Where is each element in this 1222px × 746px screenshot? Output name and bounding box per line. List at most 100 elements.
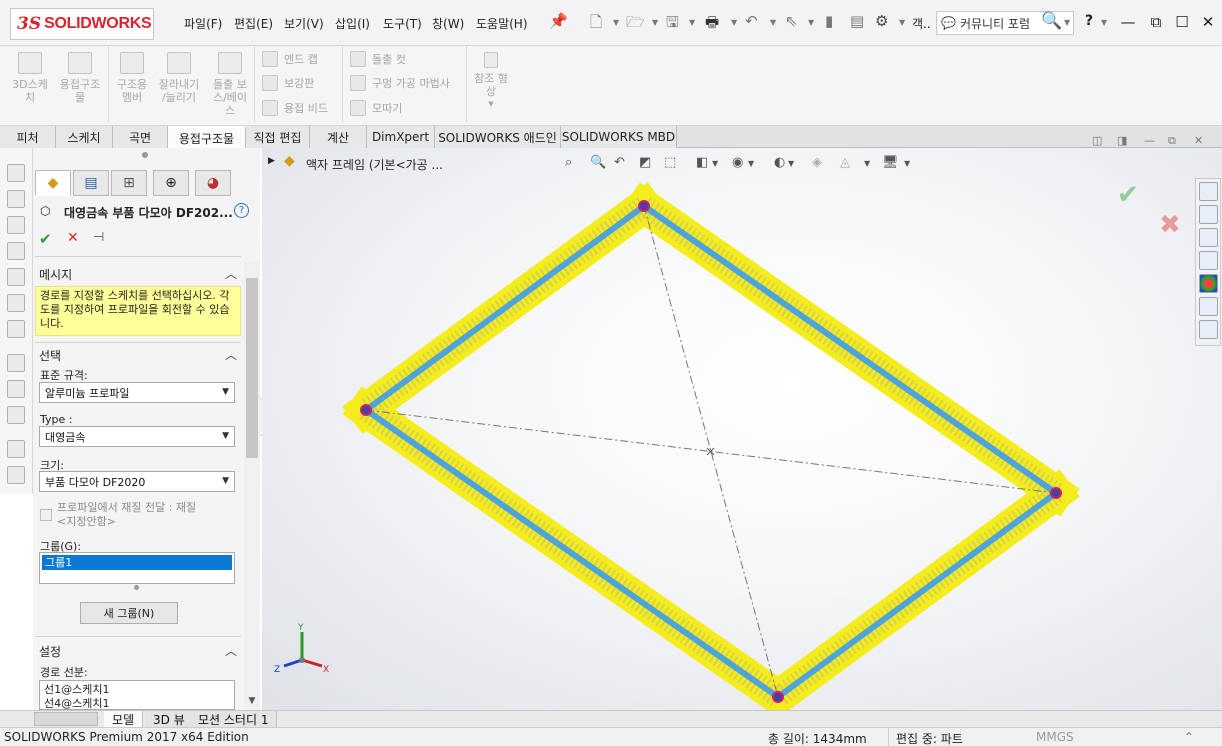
view-tool-icon[interactable] (7, 268, 25, 286)
view-tool-icon[interactable] (7, 406, 25, 424)
path-segments-list[interactable]: 선1@스케치1 선4@스케치1 (39, 680, 235, 710)
tab-scroll-arrows[interactable] (34, 712, 98, 726)
tab-model[interactable]: 모델 (104, 711, 144, 728)
trim-extend-button[interactable]: 잘라내기 /늘리기 (155, 52, 203, 104)
open-folder-icon[interactable]: 🗁 (626, 12, 645, 37)
standard-select[interactable]: 알루미늄 프로파일 ▼ (39, 382, 235, 403)
view-tool-icon[interactable] (7, 354, 25, 372)
tab-motion-study[interactable]: 모션 스터디 1 (190, 711, 278, 728)
pin-icon[interactable]: 📌 (549, 12, 568, 30)
view-tool-icon[interactable] (7, 242, 25, 260)
open-dropdown-chevron-icon[interactable]: ▼ (652, 18, 658, 27)
tab-configuration-manager[interactable]: ⊞ (111, 170, 147, 196)
type-select[interactable]: 대영금속 ▼ (39, 426, 235, 447)
tab-direct-editing[interactable]: 직접 편집 (246, 126, 310, 148)
weldment-button[interactable]: 용접구조 물 (56, 52, 104, 104)
minimize-button[interactable]: — (1116, 10, 1140, 34)
path-segment-item[interactable]: 선1@스케치1 (44, 683, 230, 697)
maximize-button[interactable]: ☐ (1170, 10, 1194, 34)
restore-button[interactable]: ⧉ (1144, 10, 1168, 34)
menu-window[interactable]: 창(W) (432, 15, 464, 32)
view-tool-icon[interactable] (7, 320, 25, 338)
tab-3d-views[interactable]: 3D 뷰 (145, 711, 194, 728)
graphics-area[interactable]: ▶ ◆ 액자 프레임 (기본<가공 ... ⌕ 🔍 ↶ ◩ ⬚ ◧ ▼ ◉ ▼ … (262, 134, 1222, 710)
hole-wizard-button[interactable]: 구멍 가공 마법사 (350, 75, 450, 91)
tab-dimxpert-manager[interactable]: ⊕ (153, 170, 189, 196)
panel-grip[interactable] (142, 152, 148, 158)
print-icon[interactable]: 🖶 (705, 12, 719, 37)
select-dropdown-chevron-icon[interactable]: ▼ (808, 18, 814, 27)
help-dropdown-chevron-icon[interactable]: ▼ (1101, 18, 1107, 27)
tab-property-manager[interactable]: ▤ (73, 170, 109, 196)
view-tool-icon[interactable] (7, 164, 25, 182)
viewport-close-icon[interactable]: ✕ (1194, 134, 1203, 147)
view-tool-icon[interactable] (7, 440, 25, 458)
menu-insert[interactable]: 삽입(I) (335, 15, 370, 32)
file-explorer-folder-icon[interactable] (1199, 228, 1218, 247)
home-icon[interactable] (1199, 182, 1218, 201)
view-tool-icon[interactable] (7, 294, 25, 312)
tab-dimxpert[interactable]: DimXpert (367, 126, 435, 148)
view-tool-icon[interactable] (7, 190, 25, 208)
design-library-icon[interactable] (1199, 205, 1218, 224)
view-palette-icon[interactable] (1199, 251, 1218, 270)
options-gear-icon[interactable]: ⚙ (875, 12, 888, 30)
viewport-tile-icon[interactable]: ⧉ (1168, 134, 1176, 148)
group-list-item[interactable]: 그룹1 (42, 555, 232, 570)
close-button[interactable]: ✕ (1196, 10, 1220, 34)
tab-feature-manager[interactable]: ◆ (35, 170, 71, 196)
new-document-icon[interactable]: 🗋 (590, 12, 602, 37)
select-arrow-icon[interactable]: ⇖ (785, 12, 798, 30)
tab-features[interactable]: 피처 (0, 126, 56, 148)
reference-geometry-button[interactable]: 참조 형 상 ▼ (468, 52, 514, 111)
options-dropdown-chevron-icon[interactable]: ▼ (899, 18, 905, 27)
forum-chat-icon[interactable] (1199, 320, 1218, 339)
menu-help[interactable]: 도움말(H) (476, 15, 528, 32)
message-collapse-chevron-icon[interactable]: ︿ (225, 265, 237, 282)
print-dropdown-chevron-icon[interactable]: ▼ (731, 18, 737, 27)
extruded-cut-button[interactable]: 돌출 컷 (350, 51, 406, 67)
size-select[interactable]: 부품 다모아 DF2020 ▼ (39, 471, 235, 492)
structural-member-button[interactable]: 구조용 멤버 (108, 52, 156, 104)
menu-view[interactable]: 보기(V) (284, 15, 324, 32)
view-tool-icon[interactable] (7, 216, 25, 234)
custom-properties-icon[interactable] (1199, 297, 1218, 316)
undo-dropdown-chevron-icon[interactable]: ▼ (770, 18, 776, 27)
new-dropdown-chevron-icon[interactable]: ▼ (613, 18, 619, 27)
tab-mbd[interactable]: SOLIDWORKS MBD (561, 126, 677, 148)
expand-caret-icon[interactable]: ⌃ (1184, 730, 1194, 744)
transfer-material-checkbox[interactable] (40, 509, 52, 521)
save-dropdown-chevron-icon[interactable]: ▼ (689, 18, 695, 27)
settings-collapse-chevron-icon[interactable]: ︿ (225, 642, 237, 659)
save-icon[interactable]: 🖫 (666, 12, 679, 37)
new-group-button[interactable]: 새 그룹(N) (80, 602, 178, 624)
tab-evaluate[interactable]: 계산 (310, 126, 367, 148)
list-resize-grip[interactable] (134, 585, 139, 590)
menu-edit[interactable]: 편집(E) (234, 15, 273, 32)
3d-sketch-button[interactable]: 3D스케 치 (6, 52, 54, 104)
viewport-restore-icon[interactable]: ◫ (1092, 134, 1102, 147)
tab-surfaces[interactable]: 곡면 (113, 126, 168, 148)
menu-tools[interactable]: 도구(T) (383, 15, 422, 32)
menu-file[interactable]: 파일(F) (184, 15, 222, 32)
extruded-boss-button[interactable]: 돌출 보 스/베이 스 (206, 52, 254, 117)
viewport-minimize-icon[interactable]: — (1144, 134, 1155, 147)
chamfer-button[interactable]: 모따기 (350, 100, 402, 116)
appearances-icon[interactable] (1199, 274, 1218, 293)
view-tool-icon[interactable] (7, 466, 25, 484)
search-dropdown-chevron-icon[interactable]: ▼ (1064, 18, 1070, 27)
scroll-down-chevron-icon[interactable]: ▼ (244, 696, 260, 710)
path-segment-item[interactable]: 선4@스케치1 (44, 697, 230, 709)
undo-icon[interactable]: ↶ (745, 12, 758, 30)
view-tool-icon[interactable] (7, 380, 25, 398)
tab-display-manager[interactable]: ◕ (195, 170, 231, 196)
keep-visible-pushpin-icon[interactable]: ⊣ (93, 230, 104, 245)
scrollbar-thumb[interactable] (246, 278, 258, 458)
model-frame-graphic[interactable]: Y X Z (262, 148, 1222, 710)
toolbar-overflow-label[interactable]: 객.. (912, 15, 931, 32)
weld-bead-button[interactable]: 용접 비드 (262, 100, 328, 116)
tab-sketch[interactable]: 스케치 (56, 126, 113, 148)
unit-system[interactable]: MMGS (1036, 730, 1074, 744)
rebuild-icon[interactable]: ▮ (825, 12, 833, 30)
solidworks-logo[interactable]: 3S SOLIDWORKS (10, 8, 154, 40)
